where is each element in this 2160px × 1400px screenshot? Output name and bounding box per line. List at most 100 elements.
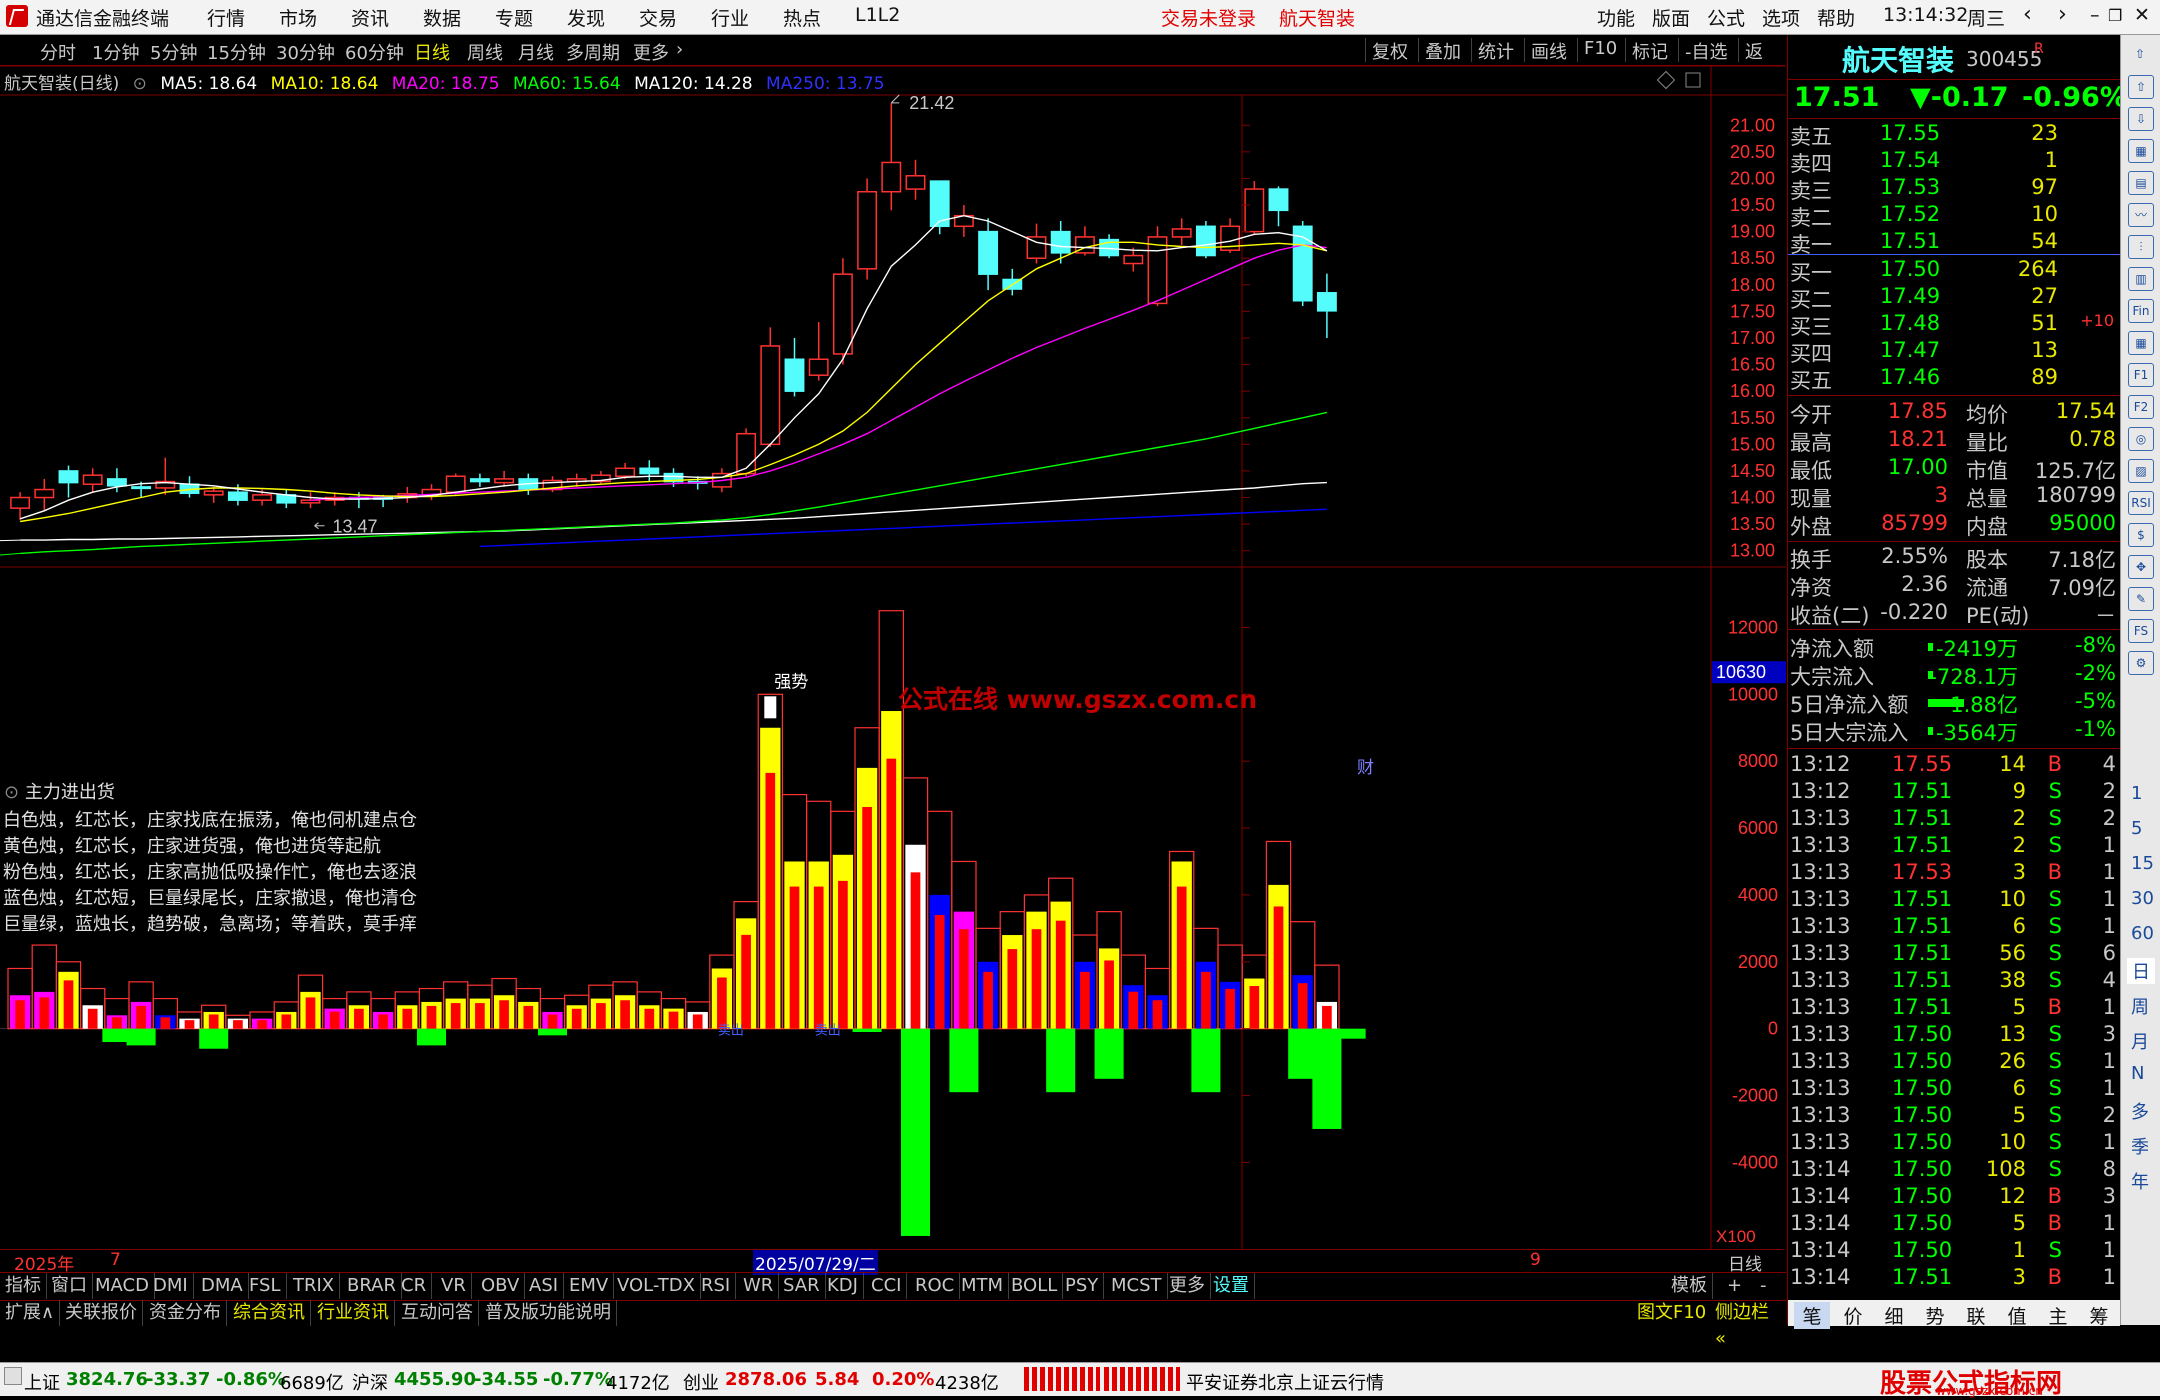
bar-icon[interactable]: ▨ <box>2128 459 2154 483</box>
ext-tab-2[interactable]: 资金分布 <box>144 1300 227 1326</box>
btn-diejia[interactable]: 叠加 <box>1418 38 1467 63</box>
indicator-tab-4[interactable]: DMA <box>196 1273 249 1299</box>
quote-tab-6[interactable]: 主 <box>2040 1302 2076 1329</box>
menu-shichang[interactable]: 市场 <box>279 4 317 31</box>
indicator-tab-22[interactable]: PSY <box>1060 1273 1105 1299</box>
sidebar-period-0[interactable]: 1 <box>2131 783 2142 804</box>
kline-icon[interactable]: ⫶ <box>2128 235 2154 259</box>
menu-banmian[interactable]: 版面 <box>1652 4 1690 31</box>
menu-faxian[interactable]: 发现 <box>567 4 605 31</box>
indicator-tab-5[interactable]: FSL <box>244 1273 287 1299</box>
btn-huaxian[interactable]: 画线 <box>1524 38 1573 63</box>
down-circle-icon[interactable]: ⇩ <box>2128 107 2154 131</box>
period-15min[interactable]: 15分钟 <box>207 39 266 65</box>
indicator-tab-3[interactable]: DMI <box>148 1273 194 1299</box>
quote-tab-7[interactable]: 筹 <box>2081 1302 2117 1329</box>
period-multi[interactable]: 多周期 <box>566 39 620 65</box>
btn-zixuan[interactable]: -自选 <box>1678 38 1734 63</box>
period-5min[interactable]: 5分钟 <box>150 39 197 65</box>
fs-icon[interactable]: FS <box>2128 619 2154 643</box>
indicator-tab-12[interactable]: EMV <box>564 1273 615 1299</box>
table-icon[interactable]: ▦ <box>2128 331 2154 355</box>
menu-zixun[interactable]: 资讯 <box>351 4 389 31</box>
period-60min[interactable]: 60分钟 <box>345 39 404 65</box>
indicator-tab-8[interactable]: CR <box>396 1273 433 1299</box>
sidebar-period-4[interactable]: 60 <box>2131 923 2154 944</box>
ext-tab-0[interactable]: 扩展∧ <box>0 1300 61 1326</box>
indicator-tab-1[interactable]: 窗口 <box>46 1273 93 1299</box>
forward-arrow-icon[interactable]: › <box>2058 2 2067 27</box>
f10-icon[interactable]: F1 <box>2128 363 2154 387</box>
indicator-tab-16[interactable]: SAR <box>778 1273 826 1299</box>
indicator-tab-0[interactable]: 指标 <box>0 1273 47 1299</box>
chart-settings-icon[interactable]: ⊙ <box>133 74 147 94</box>
indicator-tab-24[interactable]: 更多 <box>1164 1273 1211 1299</box>
indicator-tab-23[interactable]: MCST <box>1106 1273 1168 1299</box>
kline-chart[interactable]: 21.4213.47 强势卖出 卖出 13.0013.5014.0014.5015… <box>0 66 1786 1296</box>
sidebar-period-7[interactable]: 月 <box>2131 1028 2149 1054</box>
period-30min[interactable]: 30分钟 <box>276 39 335 65</box>
indicator-tab-6[interactable]: TRIX <box>288 1273 341 1299</box>
chart-icon[interactable]: ▦ <box>2128 139 2154 163</box>
plugin-icon[interactable]: ⚙ <box>2128 651 2154 675</box>
cai-marker[interactable]: 财 <box>1357 753 1374 778</box>
sidebar-period-11[interactable]: 年 <box>2131 1168 2149 1194</box>
sidebar-period-10[interactable]: 季 <box>2131 1133 2149 1159</box>
ext-tab-3[interactable]: 综合资讯 <box>228 1300 311 1326</box>
up-arrow-icon[interactable]: ⇧ <box>2128 43 2152 65</box>
period-fenshi[interactable]: 分时 <box>40 39 76 65</box>
quote-tab-2[interactable]: 细 <box>1876 1302 1912 1329</box>
restore-icon[interactable]: ❐ <box>2108 6 2122 25</box>
sidebar-period-9[interactable]: 多 <box>2131 1098 2149 1124</box>
sidebar-period-3[interactable]: 30 <box>2131 888 2154 909</box>
btn-fuquan[interactable]: 复权 <box>1365 38 1414 63</box>
period-monthly[interactable]: 月线 <box>518 39 554 65</box>
indicator-tab-21[interactable]: BOLL <box>1006 1273 1064 1299</box>
indicator-tab-9[interactable]: VR <box>436 1273 472 1299</box>
indicator-tab-15[interactable]: WR <box>738 1273 780 1299</box>
sidebar-period-1[interactable]: 5 <box>2131 818 2142 839</box>
menu-xuanxiang[interactable]: 选项 <box>1762 4 1800 31</box>
zoom-out-icon[interactable]: - <box>1755 1273 1772 1299</box>
ext-tab-6[interactable]: 普及版功能说明 <box>480 1300 617 1326</box>
pen-icon[interactable]: ✎ <box>2128 587 2154 611</box>
menu-jiaoyi[interactable]: 交易 <box>639 4 677 31</box>
trade-login-status[interactable]: 交易未登录 <box>1161 4 1256 31</box>
book-icon[interactable]: ▥ <box>2128 267 2154 291</box>
menu-shuju[interactable]: 数据 <box>423 4 461 31</box>
template-button[interactable]: 模板 <box>1666 1273 1713 1299</box>
minimize-icon[interactable]: – <box>2090 4 2100 26</box>
menu-l1l2[interactable]: L1L2 <box>855 4 900 26</box>
period-1min[interactable]: 1分钟 <box>92 39 139 65</box>
close-icon[interactable]: ✕ <box>2134 4 2150 26</box>
move-icon[interactable]: ✥ <box>2128 555 2154 579</box>
indicator-tab-19[interactable]: ROC <box>910 1273 961 1299</box>
indicator-tab-2[interactable]: MACD <box>90 1273 155 1299</box>
quote-tab-5[interactable]: 值 <box>1999 1302 2035 1329</box>
f10-link[interactable]: 图文F10 <box>1632 1300 1711 1326</box>
quote-tab-4[interactable]: 联 <box>1958 1302 1994 1329</box>
up-circle-icon[interactable]: ⇧ <box>2128 75 2154 99</box>
btn-fanhui[interactable]: 返回 <box>1738 38 1785 89</box>
indicator-settings-icon[interactable]: ⊙ <box>4 782 19 803</box>
sidebar-period-5[interactable]: 日 <box>2127 958 2155 984</box>
fin-icon[interactable]: Fin <box>2128 299 2154 323</box>
f2-icon[interactable]: F2 <box>2128 395 2154 419</box>
btn-biaoji[interactable]: 标记 <box>1625 38 1674 63</box>
period-more-chevron-icon[interactable]: › <box>676 39 683 60</box>
menu-hangqing[interactable]: 行情 <box>207 4 245 31</box>
menu-bangzhu[interactable]: 帮助 <box>1817 4 1855 31</box>
indicator-tab-13[interactable]: VOL-TDX <box>612 1273 701 1299</box>
menu-gongshi[interactable]: 公式 <box>1707 4 1745 31</box>
indicator-tab-14[interactable]: RSI <box>696 1273 737 1299</box>
sidebar-period-8[interactable]: N <box>2131 1063 2144 1084</box>
tag-icon[interactable]: $ <box>2128 523 2154 547</box>
status-menu-icon[interactable] <box>4 1367 22 1385</box>
indicator-tab-20[interactable]: MTM <box>956 1273 1010 1299</box>
grid-icon[interactable]: ▤ <box>2128 171 2154 195</box>
menu-hangye[interactable]: 行业 <box>711 4 749 31</box>
indicator-tab-10[interactable]: OBV <box>476 1273 526 1299</box>
rsi-icon[interactable]: RSI <box>2128 491 2154 515</box>
menu-zhuanti[interactable]: 专题 <box>495 4 533 31</box>
quote-tab-0[interactable]: 笔 <box>1794 1302 1830 1329</box>
